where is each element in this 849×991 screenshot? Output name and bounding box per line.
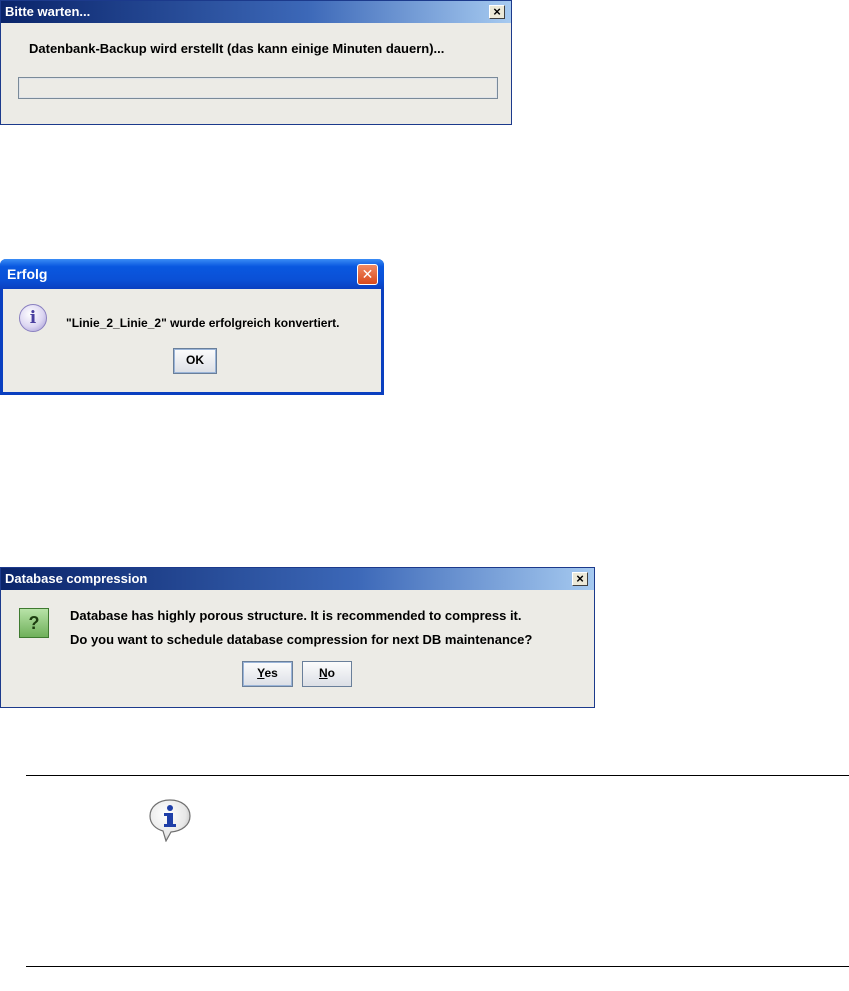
wait-message: Datenbank-Backup wird erstellt (das kann…	[29, 41, 445, 56]
compression-dialog-titlebar[interactable]: Database compression ×	[1, 568, 594, 590]
info-speech-bubble-icon	[148, 798, 192, 843]
compression-dialog-title: Database compression	[5, 571, 148, 586]
compression-message-line1: Database has highly porous structure. It…	[70, 608, 522, 623]
note-bottom-divider	[26, 966, 849, 967]
yes-label: es	[264, 666, 278, 680]
wait-dialog-title: Bitte warten...	[5, 4, 91, 19]
close-icon[interactable]: ×	[572, 572, 588, 586]
no-label: o	[327, 666, 335, 680]
wait-dialog: Bitte warten... × Datenbank-Backup wird …	[0, 0, 512, 125]
compression-message-line2: Do you want to schedule database compres…	[70, 632, 533, 647]
success-message: "Linie_2_Linie_2" wurde erfolgreich konv…	[66, 316, 340, 330]
backup-progress-bar	[18, 77, 498, 99]
note-top-divider	[26, 775, 849, 776]
success-dialog-titlebar[interactable]: Erfolg ✕	[0, 259, 384, 289]
info-icon: i	[19, 304, 47, 332]
yes-button[interactable]: Yes	[242, 661, 293, 687]
close-icon[interactable]: ×	[489, 5, 505, 19]
wait-dialog-titlebar[interactable]: Bitte warten... ×	[1, 1, 511, 23]
close-icon[interactable]: ✕	[357, 264, 378, 285]
success-dialog-title: Erfolg	[7, 266, 48, 282]
success-dialog: Erfolg ✕ i "Linie_2_Linie_2" wurde erfol…	[0, 259, 384, 395]
question-icon: ?	[19, 608, 49, 638]
no-mnemonic: N	[318, 666, 328, 680]
compression-dialog: Database compression × ? Database has hi…	[0, 567, 595, 708]
no-button[interactable]: No	[302, 661, 352, 687]
ok-button[interactable]: OK	[173, 348, 217, 374]
